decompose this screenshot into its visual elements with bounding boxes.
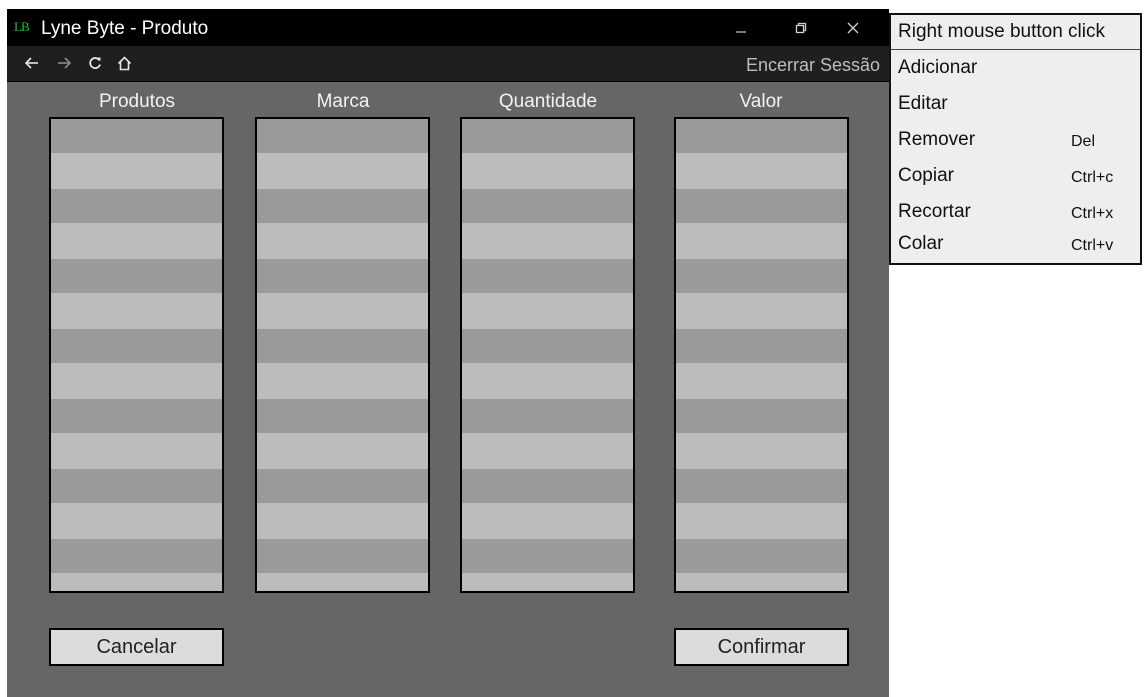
close-button[interactable] xyxy=(830,9,876,46)
list-marca[interactable] xyxy=(255,117,430,593)
menu-item-label: Colar xyxy=(898,233,944,254)
window-title: Lyne Byte - Produto xyxy=(41,18,209,39)
list-produtos[interactable] xyxy=(49,117,224,593)
home-icon xyxy=(117,55,131,70)
arrow-right-icon xyxy=(58,57,71,69)
menu-item-shortcut: Ctrl+x xyxy=(1071,205,1114,222)
column-header-marca: Marca xyxy=(316,91,370,112)
app-logo: LB xyxy=(14,19,30,34)
app-window: LB Lyne Byte - Produto Encerrar Sessão P… xyxy=(7,9,889,697)
menu-item-shortcut: Ctrl+c xyxy=(1071,169,1114,186)
column-header-produtos: Produtos xyxy=(98,91,176,112)
cancel-button[interactable]: Cancelar xyxy=(49,628,224,666)
menu-item-label: Copiar xyxy=(898,165,954,186)
menu-item-label: Adicionar xyxy=(898,57,978,78)
column-header-valor: Valor xyxy=(739,91,783,112)
back-button[interactable] xyxy=(22,53,42,73)
title-bar: LB Lyne Byte - Produto xyxy=(7,9,889,46)
menu-item-shortcut: Ctrl+v xyxy=(1071,237,1114,254)
logout-link[interactable]: Encerrar Sessão xyxy=(746,55,880,76)
menu-item-label: Editar xyxy=(898,93,948,114)
reload-button[interactable] xyxy=(85,53,105,73)
column-header-quantidade: Quantidade xyxy=(498,91,598,112)
confirm-button[interactable]: Confirmar xyxy=(674,628,849,666)
home-button[interactable] xyxy=(114,53,134,73)
close-icon xyxy=(847,22,859,33)
list-valor[interactable] xyxy=(674,117,849,593)
menu-item-editar[interactable]: Editar xyxy=(891,87,1140,123)
reload-icon xyxy=(89,57,101,69)
minimize-button[interactable] xyxy=(718,9,764,46)
menu-item-copiar[interactable]: Copiar Ctrl+c xyxy=(891,159,1140,195)
menu-item-shortcut: Del xyxy=(1071,133,1096,150)
minimize-icon xyxy=(736,30,746,33)
navigation-bar: Encerrar Sessão xyxy=(7,46,889,82)
menu-item-label: Remover xyxy=(898,129,976,150)
context-menu: Right mouse button click Adicionar Edita… xyxy=(889,13,1142,265)
menu-item-adicionar[interactable]: Adicionar xyxy=(891,51,1140,87)
restore-icon xyxy=(795,22,807,33)
menu-item-colar[interactable]: Colar Ctrl+v xyxy=(891,227,1140,263)
forward-button[interactable] xyxy=(54,53,74,73)
menu-item-recortar[interactable]: Recortar Ctrl+x xyxy=(891,195,1140,231)
arrow-left-icon xyxy=(25,57,38,69)
menu-item-remover[interactable]: Remover Del xyxy=(891,123,1140,159)
restore-button[interactable] xyxy=(778,9,824,46)
list-quantidade[interactable] xyxy=(460,117,635,593)
menu-item-label: Recortar xyxy=(898,201,971,222)
context-menu-header: Right mouse button click xyxy=(891,15,1140,50)
